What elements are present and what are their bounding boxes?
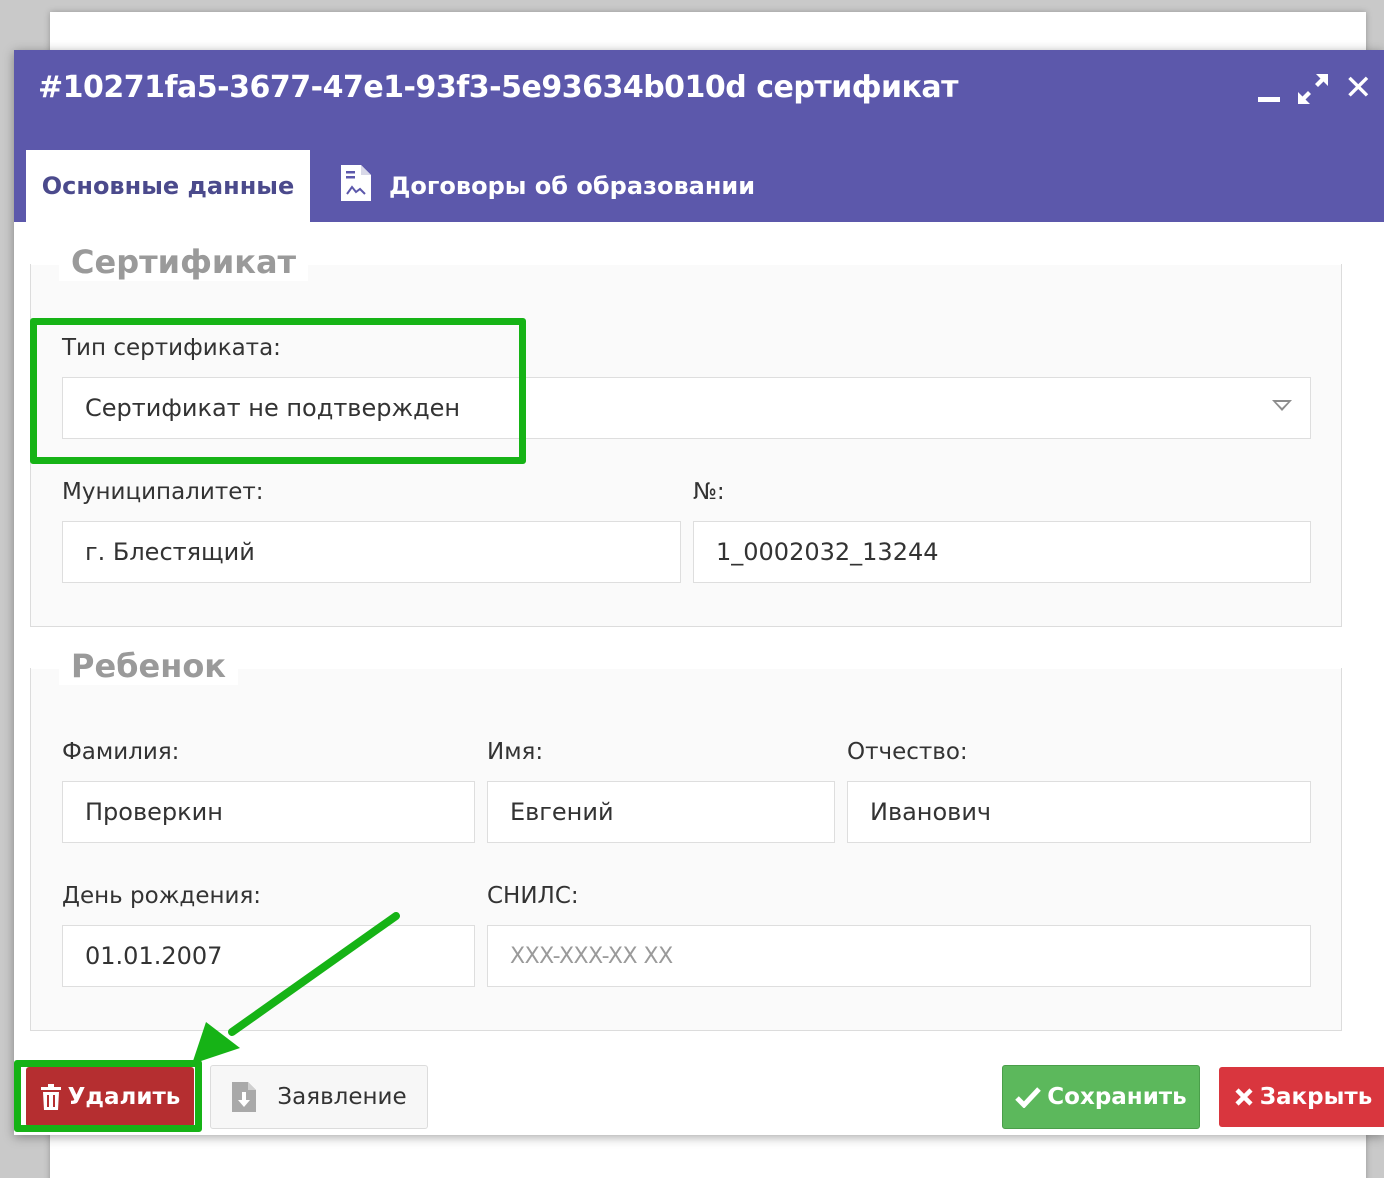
close-x-icon xyxy=(1234,1087,1254,1107)
snils-field[interactable]: XXX-XXX-XX XX xyxy=(487,925,1311,987)
expand-icon[interactable] xyxy=(1296,72,1330,106)
dialog-titlebar: #10271fa5-3677-47e1-93f3-5e93634b010d се… xyxy=(14,50,1384,222)
name-value: Евгений xyxy=(510,798,614,826)
tab-main-data-label: Основные данные xyxy=(41,172,295,200)
tab-main-data[interactable]: Основные данные xyxy=(26,150,310,222)
tab-education-contracts-label: Договоры об образовании xyxy=(389,172,756,200)
patronymic-label: Отчество: xyxy=(847,739,968,765)
close-button[interactable]: Закрыть xyxy=(1219,1067,1384,1127)
snils-label: СНИЛС: xyxy=(487,883,579,909)
certificate-legend: Сертификат xyxy=(59,243,309,281)
application-button[interactable]: Заявление xyxy=(210,1065,428,1129)
application-button-label: Заявление xyxy=(277,1084,407,1110)
surname-field[interactable]: Проверкин xyxy=(62,781,475,843)
municipality-value: г. Блестящий xyxy=(85,538,255,566)
patronymic-field[interactable]: Иванович xyxy=(847,781,1311,843)
save-button[interactable]: Сохранить xyxy=(1002,1065,1200,1129)
close-icon[interactable]: ✕ xyxy=(1344,68,1373,108)
name-field[interactable]: Евгений xyxy=(487,781,835,843)
highlight-certificate-type xyxy=(30,318,526,464)
tab-education-contracts[interactable]: Договоры об образовании xyxy=(339,150,755,222)
child-group: Ребенок Фамилия: Проверкин Имя: Евгений … xyxy=(30,645,1342,1031)
minimize-icon[interactable] xyxy=(1258,78,1282,108)
birthday-label: День рождения: xyxy=(62,883,262,909)
name-label: Имя: xyxy=(487,739,544,765)
patronymic-value: Иванович xyxy=(870,798,992,826)
highlight-delete-button xyxy=(14,1060,202,1132)
close-button-label: Закрыть xyxy=(1259,1084,1373,1110)
certificate-number-label: №: xyxy=(693,479,725,505)
download-document-icon xyxy=(231,1081,257,1113)
child-legend: Ребенок xyxy=(59,647,239,685)
municipality-field[interactable]: г. Блестящий xyxy=(62,521,681,583)
certificate-dialog: #10271fa5-3677-47e1-93f3-5e93634b010d се… xyxy=(14,50,1384,1135)
dialog-title: #10271fa5-3677-47e1-93f3-5e93634b010d се… xyxy=(38,70,959,105)
certificate-number-field[interactable]: 1_0002032_13244 xyxy=(693,521,1311,583)
save-button-label: Сохранить xyxy=(1047,1084,1187,1110)
municipality-label: Муниципалитет: xyxy=(62,479,264,505)
snils-placeholder: XXX-XXX-XX XX xyxy=(510,943,673,969)
certificate-number-value: 1_0002032_13244 xyxy=(716,538,939,566)
document-icon xyxy=(339,163,373,209)
checkmark-icon xyxy=(1015,1086,1042,1108)
birthday-field[interactable]: 01.01.2007 xyxy=(62,925,475,987)
surname-label: Фамилия: xyxy=(62,739,180,765)
birthday-value: 01.01.2007 xyxy=(85,942,223,970)
surname-value: Проверкин xyxy=(85,798,223,826)
caret-down-icon xyxy=(1272,400,1292,411)
